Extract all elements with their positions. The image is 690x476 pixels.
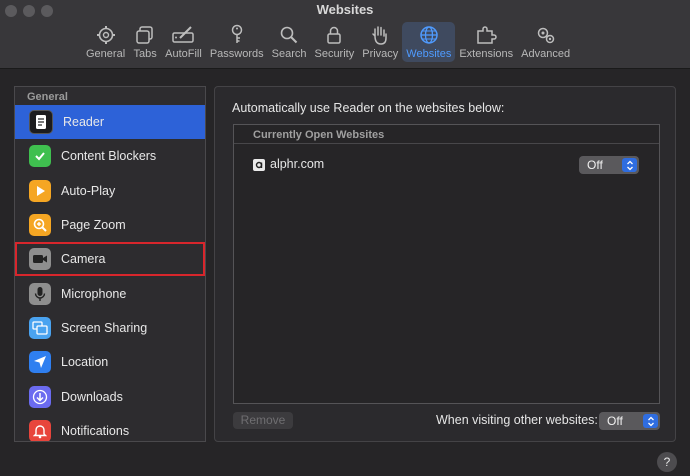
tab-general[interactable]: General [82,22,129,62]
lock-icon [322,24,346,46]
remove-button[interactable]: Remove [233,412,293,429]
sidebar-item-label: Notifications [61,423,130,438]
sidebar-item-microphone[interactable]: Microphone [15,276,205,310]
zoom-icon [29,214,51,237]
window-title: Websites [316,2,374,17]
tab-label: General [86,48,126,60]
key-icon [225,24,249,46]
title-bar: Websites General Tabs AutoFill Passwords [0,0,690,69]
sidebar-item-auto-play[interactable]: Auto-Play [15,174,205,208]
microphone-icon [29,282,51,305]
sidebar-item-label: Screen Sharing [61,320,148,335]
popup-value: Off [587,158,603,172]
tab-label: Websites [406,48,452,60]
panel-heading: Automatically use Reader on the websites… [232,101,505,115]
table-row[interactable]: alphr.com Off [234,153,659,175]
other-websites-label: When visiting other websites: [436,413,598,427]
play-icon [29,179,51,202]
help-button[interactable]: ? [657,452,677,472]
sidebar-item-reader[interactable]: Reader [15,105,205,140]
table-section-header: Currently Open Websites [234,125,659,144]
other-websites-popup[interactable]: Off [599,412,660,430]
sidebar-item-label: Downloads [61,389,123,404]
notifications-icon [29,419,51,441]
sidebar-item-content-blockers[interactable]: Content Blockers [15,139,205,173]
websites-table: Currently Open Websites alphr.com Off [233,124,660,404]
tab-passwords[interactable]: Passwords [206,22,268,62]
sidebar: General Reader Content Blockers Auto-Pla… [14,86,206,442]
sidebar-item-notifications[interactable]: Notifications [15,414,205,441]
site-name: alphr.com [270,157,325,171]
tab-security[interactable]: Security [310,22,358,62]
sidebar-item-camera[interactable]: Camera [15,242,205,277]
sidebar-item-label: Content Blockers [61,149,157,164]
tab-label: Passwords [209,48,264,60]
tab-advanced[interactable]: Advanced [517,22,574,62]
tabs-icon [133,24,157,46]
site-favicon-icon [253,159,265,171]
puzzle-icon [474,24,498,46]
tab-tabs[interactable]: Tabs [129,22,161,62]
tab-label: Advanced [521,48,571,60]
reader-settings-panel: Automatically use Reader on the websites… [214,86,676,442]
sidebar-item-label: Auto-Play [61,183,116,198]
tab-autofill[interactable]: AutoFill [161,22,206,62]
chevron-updown-icon [643,414,658,428]
sidebar-item-location[interactable]: Location [15,345,205,379]
sidebar-item-page-zoom[interactable]: Page Zoom [15,208,205,242]
download-icon [29,385,51,408]
sidebar-section-header: General [27,91,68,103]
reader-icon [29,110,53,135]
tab-label: Security [314,48,355,60]
sidebar-item-label: Location [61,355,109,370]
popup-value: Off [607,414,623,428]
sidebar-item-label: Microphone [61,286,127,301]
chevron-updown-icon [622,158,637,172]
screen-sharing-icon [29,316,51,339]
location-icon [29,351,51,374]
site-setting-popup[interactable]: Off [579,156,639,174]
sidebar-item-label: Page Zoom [61,218,126,233]
tab-search[interactable]: Search [268,22,311,62]
tab-websites[interactable]: Websites [402,22,456,62]
pencil-icon [171,24,195,46]
hand-icon [368,24,392,46]
checkmark-shield-icon [29,145,51,168]
tab-privacy[interactable]: Privacy [358,22,402,62]
globe-icon [417,24,441,46]
search-icon [277,24,301,46]
sidebar-item-screen-sharing[interactable]: Screen Sharing [15,311,205,345]
tab-label: Tabs [133,48,157,60]
gear-icon [94,24,118,46]
tab-label: Privacy [362,48,399,60]
gears-icon [534,24,558,46]
tab-label: Search [271,48,307,60]
tab-label: Extensions [459,48,514,60]
tab-extensions[interactable]: Extensions [455,22,517,62]
sidebar-item-downloads[interactable]: Downloads [15,379,205,413]
camera-icon [29,248,51,271]
preferences-toolbar: General Tabs AutoFill Passwords Search S… [82,22,574,64]
tab-label: AutoFill [165,48,202,60]
sidebar-item-label: Reader [63,115,104,130]
sidebar-item-label: Camera [61,252,106,267]
